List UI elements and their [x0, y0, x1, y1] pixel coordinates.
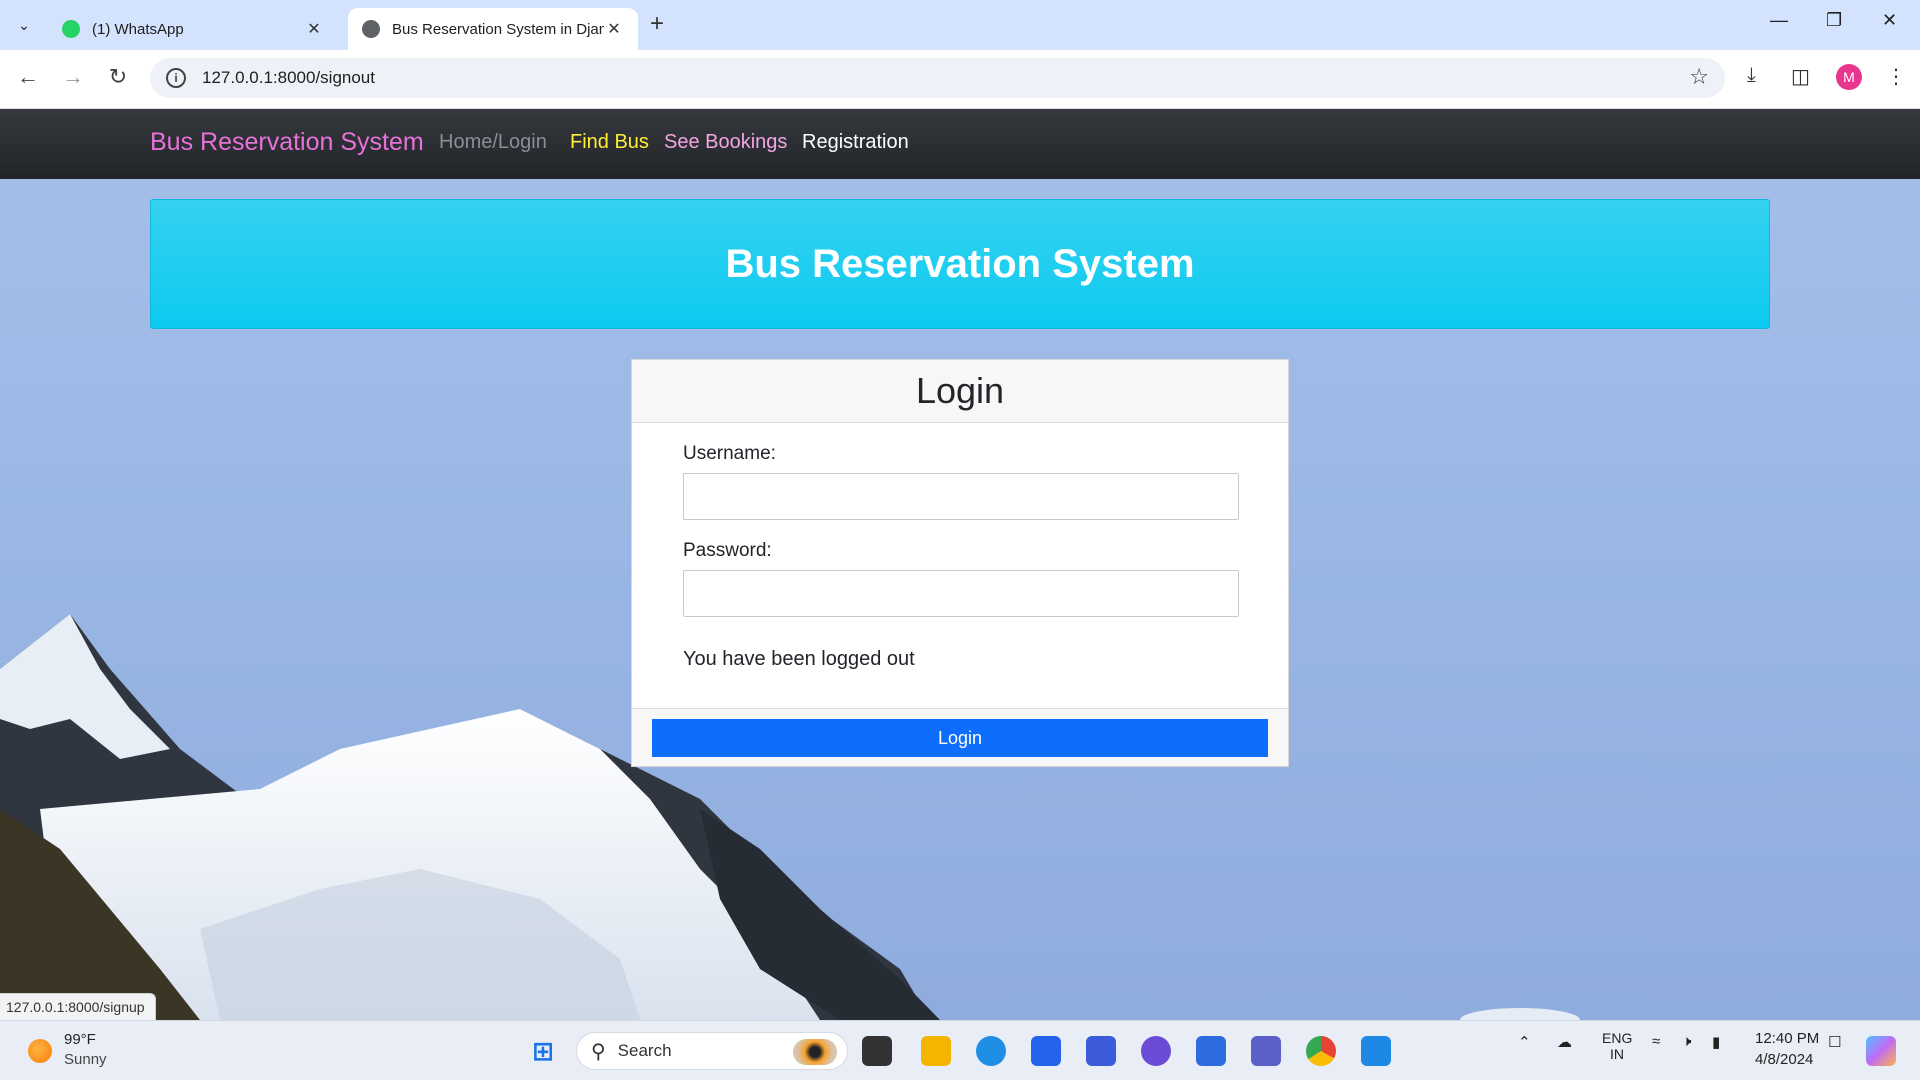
- download-icon[interactable]: ⤓: [1747, 64, 1756, 87]
- taskbar-search-placeholder: Search: [617, 1041, 672, 1060]
- search-highlight-icon: [793, 1039, 837, 1065]
- browser-tab-strip: ⌄ (1) WhatsApp ✕ Bus Reservation System …: [0, 0, 1920, 50]
- task-view-icon[interactable]: [862, 1036, 892, 1066]
- site-info-icon[interactable]: i: [166, 68, 186, 88]
- side-panel-icon[interactable]: ◫: [1791, 64, 1810, 89]
- address-url[interactable]: 127.0.0.1:8000/signout: [202, 68, 375, 88]
- weather-condition[interactable]: Sunny: [64, 1051, 107, 1068]
- profile-avatar[interactable]: M: [1836, 64, 1862, 90]
- login-card-footer: Login: [632, 708, 1288, 766]
- login-card: Login Username: Password: You have been …: [631, 359, 1289, 767]
- menu-kebab-icon[interactable]: ⋮: [1886, 64, 1906, 89]
- minimize-icon[interactable]: —: [1770, 10, 1788, 31]
- nav-link-find-bus[interactable]: Find Bus: [570, 131, 649, 154]
- username-label: Username:: [683, 443, 776, 464]
- copilot-app-icon[interactable]: [1086, 1036, 1116, 1066]
- input-language-region: IN: [1610, 1046, 1624, 1062]
- windows-taskbar: 99°F Sunny ⊞ ⚲ Search ⌃ ☁ ENG IN ≈ 🕨 ▮ 1…: [0, 1020, 1920, 1080]
- nav-link-home-login[interactable]: Home/Login: [439, 131, 547, 154]
- tab-label: (1) WhatsApp: [92, 20, 184, 38]
- reload-icon[interactable]: ↻: [103, 64, 133, 90]
- sun-weather-icon[interactable]: [28, 1039, 52, 1063]
- page-viewport: Bus Reservation System Home/Login Find B…: [0, 109, 1920, 1020]
- nav-link-registration[interactable]: Registration: [802, 131, 909, 154]
- search-icon: ⚲: [591, 1040, 606, 1063]
- status-bar-url: 127.0.0.1:8000/signup: [0, 993, 156, 1020]
- clock-time[interactable]: 12:40 PM: [1755, 1030, 1819, 1047]
- globe-icon: [362, 20, 380, 38]
- address-bar[interactable]: i 127.0.0.1:8000/signout ☆: [150, 58, 1725, 98]
- edge-browser-icon[interactable]: [976, 1036, 1006, 1066]
- input-language[interactable]: ENG IN: [1602, 1030, 1632, 1062]
- weather-temperature[interactable]: 99°F: [64, 1031, 96, 1048]
- microsoft-store-icon[interactable]: [1031, 1036, 1061, 1066]
- hero-title: Bus Reservation System: [725, 241, 1195, 286]
- logout-message: You have been logged out: [683, 648, 915, 670]
- tray-chevron-up-icon[interactable]: ⌃: [1518, 1033, 1531, 1051]
- close-window-icon[interactable]: ✕: [1882, 10, 1897, 31]
- wifi-icon[interactable]: ≈: [1652, 1033, 1660, 1050]
- tab-whatsapp[interactable]: (1) WhatsApp ✕: [48, 8, 338, 50]
- tab-bus-reservation[interactable]: Bus Reservation System in Djan ✕: [348, 8, 638, 50]
- bookmark-star-icon[interactable]: ☆: [1689, 64, 1709, 90]
- whatsapp-icon: [62, 20, 80, 38]
- browser-toolbar: ← → ↻ i 127.0.0.1:8000/signout ☆ ⤓ ◫ M ⋮: [0, 50, 1920, 109]
- tab-label: Bus Reservation System in Djan: [392, 20, 604, 38]
- new-tab-plus-icon[interactable]: +: [650, 10, 664, 38]
- volume-muted-icon[interactable]: 🕨: [1682, 1033, 1691, 1050]
- file-explorer-icon[interactable]: [921, 1036, 951, 1066]
- forward-arrow-icon[interactable]: →: [58, 64, 88, 90]
- chrome-icon[interactable]: [1306, 1036, 1336, 1066]
- tab-search-chevron-icon[interactable]: ⌄: [10, 12, 38, 38]
- zoom-meetings-icon[interactable]: [1196, 1036, 1226, 1066]
- password-input[interactable]: [683, 570, 1239, 617]
- teams-icon[interactable]: [1251, 1036, 1281, 1066]
- windows-start-icon[interactable]: ⊞: [528, 1036, 558, 1066]
- back-arrow-icon[interactable]: ←: [13, 64, 43, 90]
- notification-bell-icon[interactable]: ☐: [1828, 1033, 1841, 1051]
- vscode-icon[interactable]: [1361, 1036, 1391, 1066]
- restore-icon[interactable]: ❐: [1826, 10, 1842, 31]
- login-title: Login: [915, 370, 1005, 411]
- close-icon[interactable]: ✕: [604, 19, 624, 39]
- copilot-icon[interactable]: [1866, 1036, 1896, 1066]
- onedrive-cloud-icon[interactable]: ☁: [1557, 1033, 1572, 1051]
- hero-banner: Bus Reservation System: [150, 199, 1770, 329]
- clock-date[interactable]: 4/8/2024: [1755, 1051, 1813, 1068]
- navbar-brand[interactable]: Bus Reservation System: [150, 128, 424, 157]
- input-language-code: ENG: [1602, 1030, 1633, 1046]
- taskbar-search-box[interactable]: ⚲ Search: [576, 1032, 848, 1070]
- login-card-header: Login: [632, 360, 1288, 423]
- username-input[interactable]: [683, 473, 1239, 520]
- battery-icon[interactable]: ▮: [1712, 1033, 1720, 1051]
- password-label: Password:: [683, 540, 772, 561]
- nav-link-see-bookings[interactable]: See Bookings: [664, 131, 787, 154]
- close-icon[interactable]: ✕: [304, 19, 324, 39]
- site-navbar: Bus Reservation System Home/Login Find B…: [0, 109, 1920, 179]
- login-button[interactable]: Login: [652, 719, 1268, 757]
- power-automate-icon[interactable]: [1141, 1036, 1171, 1066]
